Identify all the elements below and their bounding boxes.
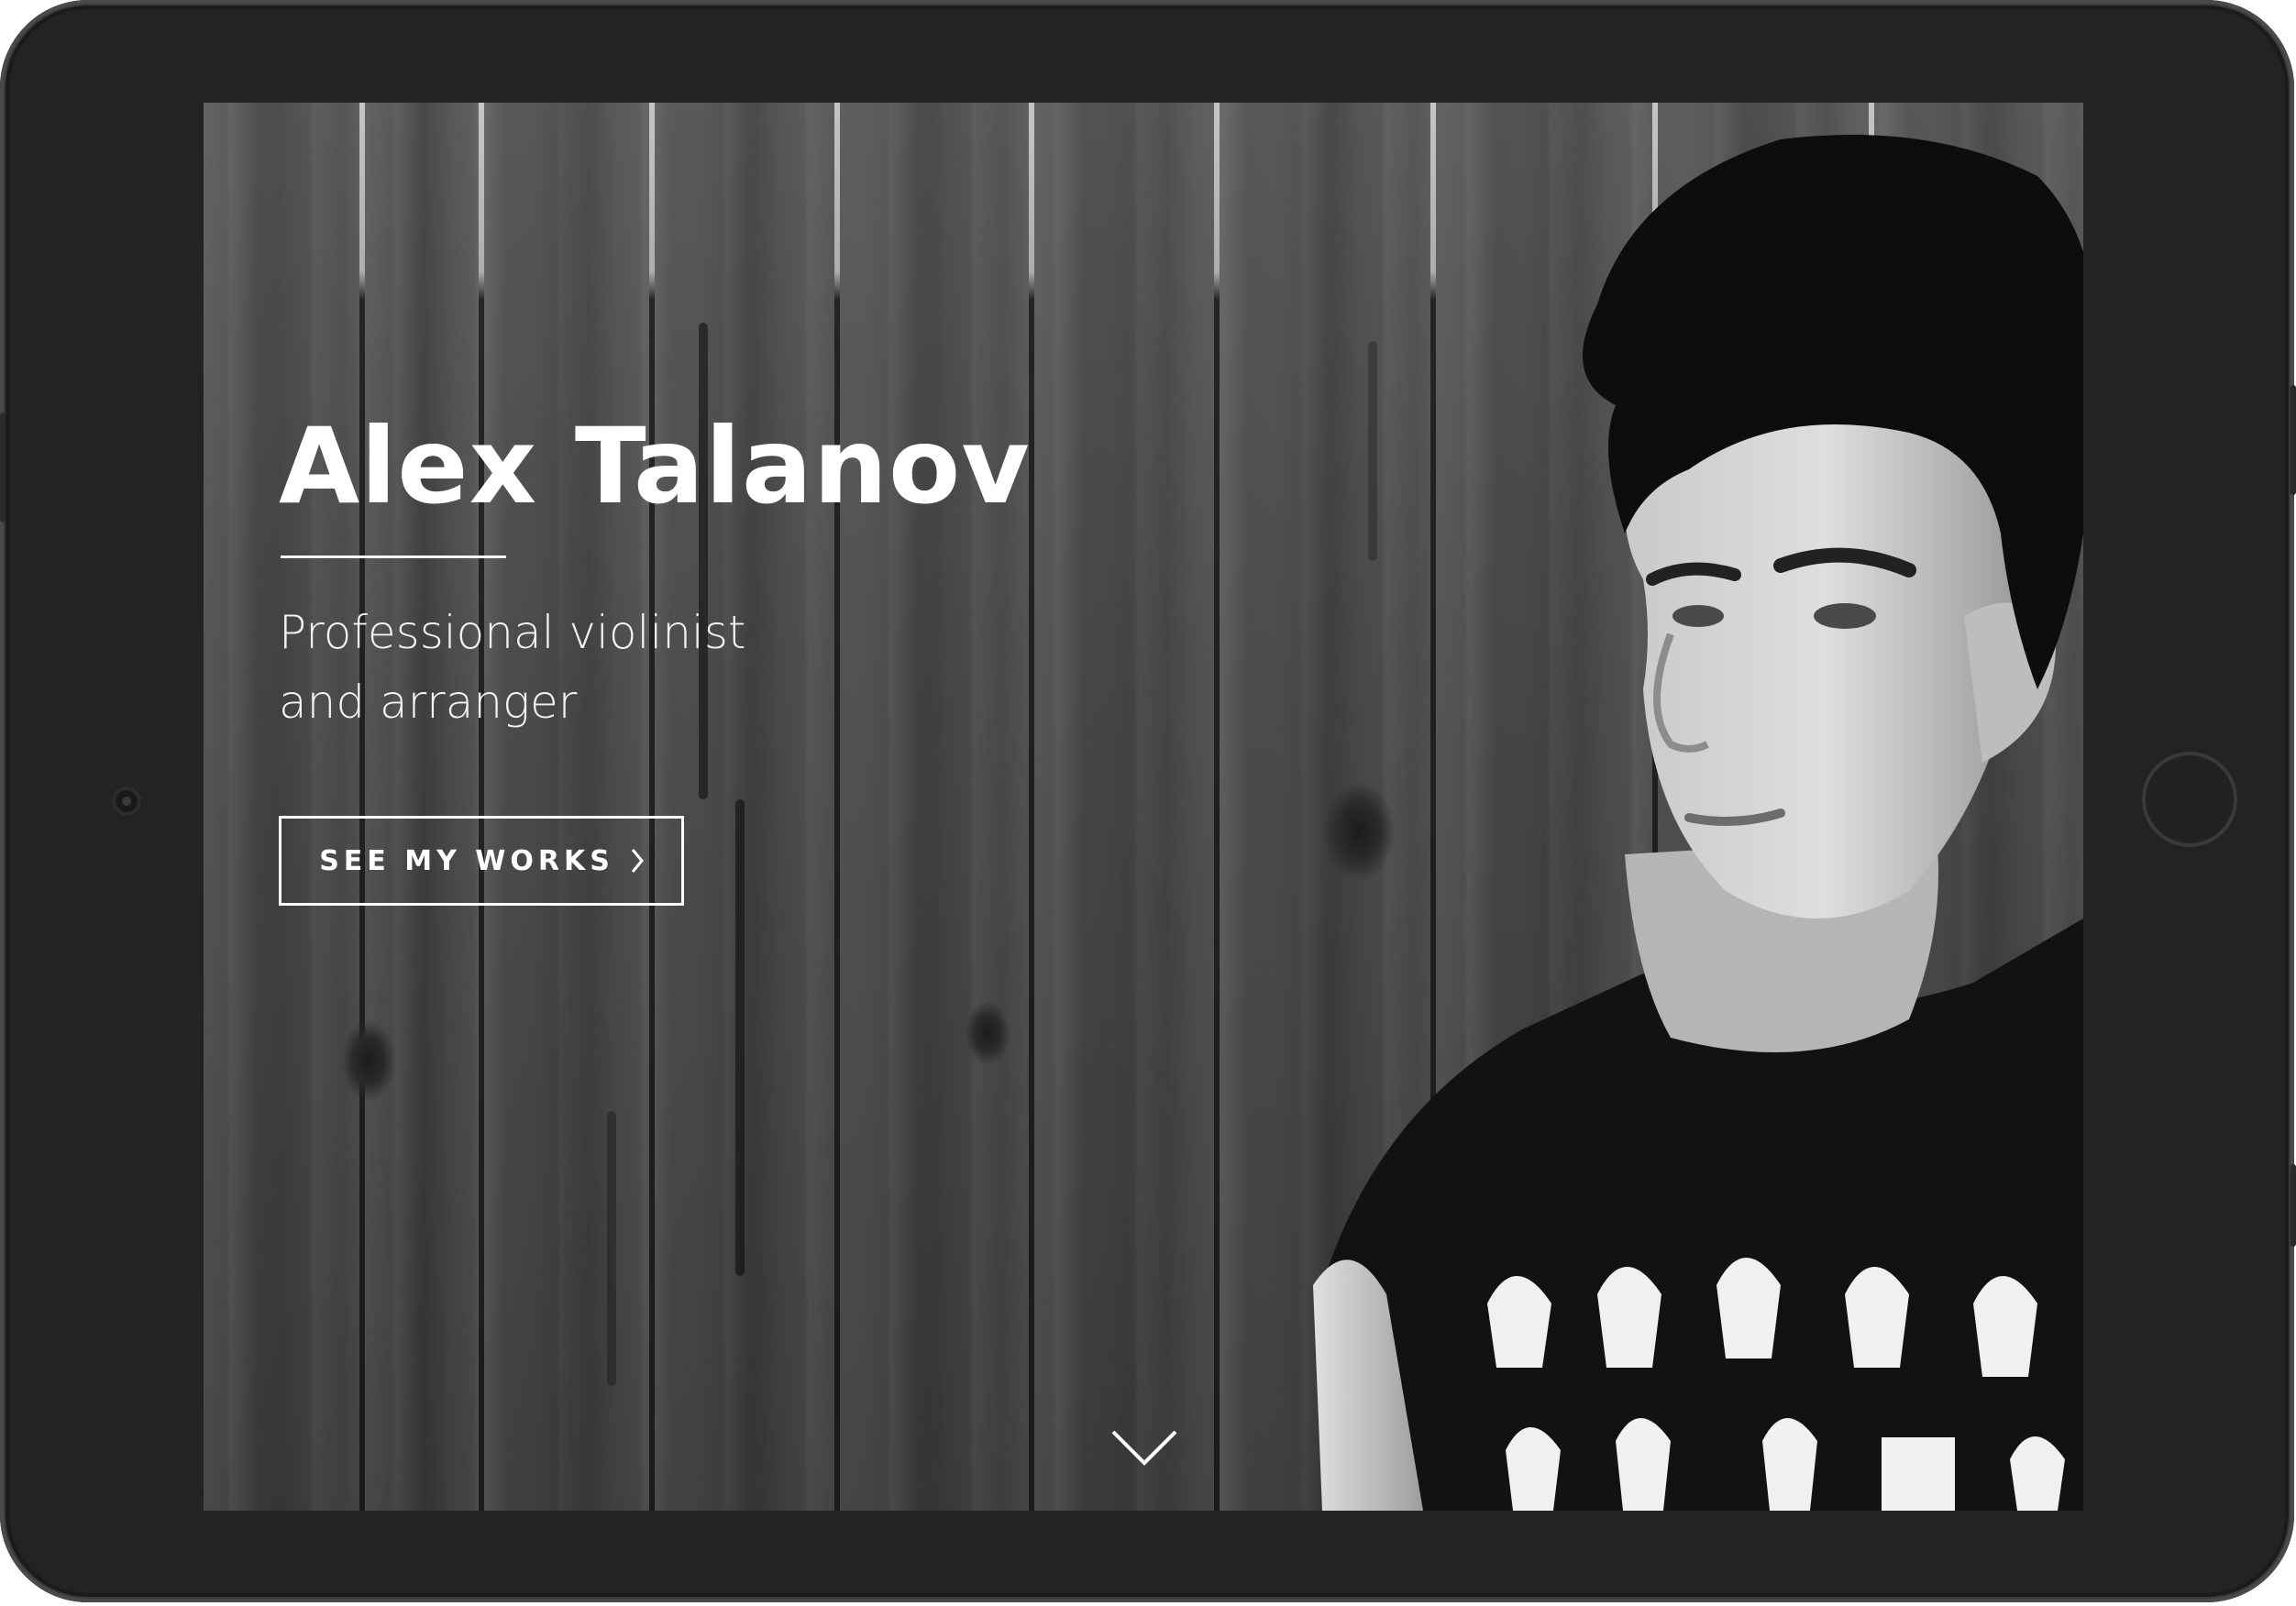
fence-plank (840, 103, 1029, 1511)
hero-subtitle: Professional violinist and arranger (279, 598, 921, 737)
wood-knot (965, 1001, 1010, 1065)
hero-title: Alex Talanov (279, 405, 1031, 527)
fence-gap (1029, 103, 1034, 1511)
face (1625, 400, 2024, 918)
volume-button (2290, 385, 2296, 495)
wood-knot (341, 1019, 396, 1102)
screen: Alex Talanov Professional violinist and … (204, 103, 2083, 1511)
front-camera (112, 786, 141, 816)
wood-grain (735, 799, 745, 1276)
chevron-down-icon[interactable] (1109, 1424, 1179, 1470)
fence-gap (479, 103, 484, 1511)
fence-gap (834, 103, 840, 1511)
fence-plank (204, 103, 359, 1511)
home-button[interactable] (2142, 752, 2237, 847)
subtitle-line-1: Professional violinist (279, 606, 746, 659)
fence-plank (484, 103, 649, 1511)
chevron-right-icon (631, 849, 644, 873)
fence-plank (1034, 103, 1214, 1511)
portrait-photo (1313, 135, 2083, 1511)
wood-grain (607, 1111, 616, 1386)
see-my-works-label: SEE MY WORKS (319, 844, 614, 877)
fence-plank (365, 103, 479, 1511)
left-side-button (0, 412, 6, 522)
tablet-frame: Alex Talanov Professional violinist and … (0, 0, 2296, 1602)
subtitle-line-2: and arranger (279, 676, 578, 729)
fence-gap (359, 103, 365, 1511)
fence-plank (655, 103, 834, 1511)
title-divider (281, 556, 506, 558)
see-my-works-button[interactable]: SEE MY WORKS (279, 816, 684, 906)
fence-gap (649, 103, 655, 1511)
side-button (2290, 1164, 2296, 1247)
